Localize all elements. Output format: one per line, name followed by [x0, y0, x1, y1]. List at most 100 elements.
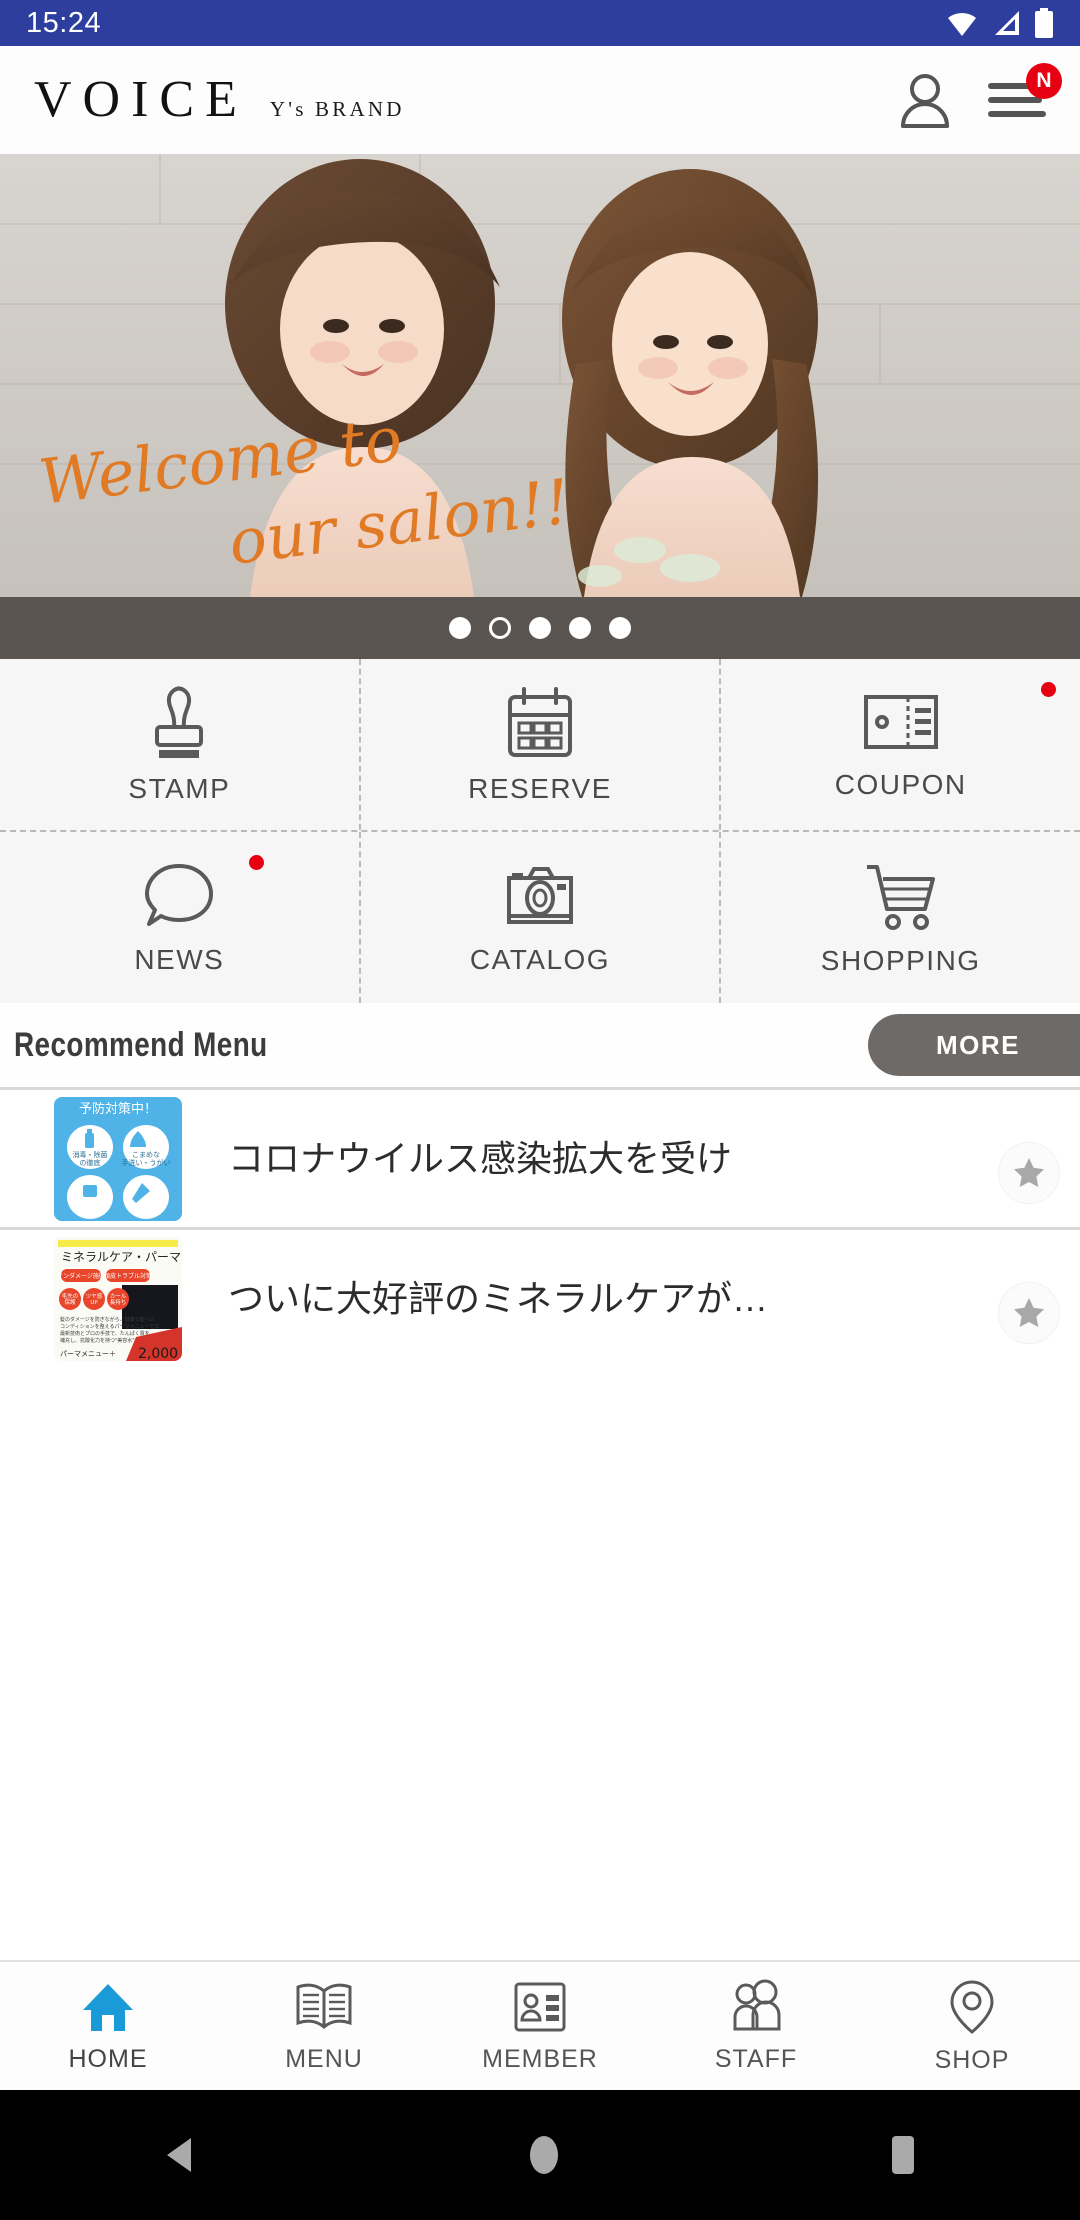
quick-action-reserve[interactable]: RESERVE — [358, 659, 720, 830]
hero-carousel[interactable]: Welcome to our salon!! — [0, 154, 1080, 597]
home-icon — [83, 1983, 133, 2031]
svg-text:髪のダメージを防ぎながら、健康な髪への: 髪のダメージを防ぎながら、健康な髪への — [60, 1316, 155, 1323]
circle-home-icon — [529, 2136, 558, 2174]
back-button[interactable] — [161, 2134, 201, 2176]
battery-icon — [1035, 8, 1053, 38]
carousel-dot-3[interactable] — [529, 617, 551, 639]
recents-button[interactable] — [887, 2132, 919, 2178]
list-item-title: ついに大好評のミネラルケアが… — [228, 1277, 769, 1319]
favorite-button[interactable] — [998, 1281, 1060, 1344]
list-item[interactable]: ミネラルケア・パーマ ノンダメージ施術 頭皮トラブル対策 毛先の 保護 ツヤ感 UP — [0, 1227, 1080, 1367]
hero-photo — [0, 154, 1080, 597]
svg-text:手洗い・うがい: 手洗い・うがい — [122, 1158, 171, 1167]
recommend-list: 予防対策中！ 消毒・除菌 の徹底 こまめな 手洗い・うがい コロナウイルス感染拡… — [0, 1087, 1080, 1960]
quick-action-shopping[interactable]: SHOPPING — [719, 832, 1080, 1003]
people-icon — [733, 1979, 781, 2030]
quick-action-stamp[interactable]: STAMP — [0, 659, 359, 830]
svg-text:2,000: 2,000 — [138, 1346, 178, 1361]
quick-action-label: NEWS — [134, 943, 225, 975]
status-bar: 15:24 — [0, 0, 1080, 46]
nav-item-home[interactable]: HOME — [0, 1979, 216, 2074]
carousel-dot-1[interactable] — [449, 617, 471, 639]
nav-label: MEMBER — [482, 2044, 598, 2073]
calendar-icon — [508, 686, 572, 757]
quick-action-row-1: STAMP RESERVE COUPON — [0, 659, 1080, 832]
id-card-icon — [514, 1982, 566, 2031]
favorite-button[interactable] — [998, 1141, 1060, 1204]
header-actions: N — [898, 63, 1062, 128]
brand-logo[interactable]: VOICE Y's BRAND — [34, 74, 405, 126]
mineral-care-perm-flyer: ミネラルケア・パーマ ノンダメージ施術頭皮トラブル対策 毛先の保護 ツヤ感UP — [54, 1236, 182, 1361]
news-notification-dot — [249, 855, 265, 870]
svg-text:毛先の: 毛先の — [62, 1292, 79, 1300]
svg-text:UP: UP — [90, 1300, 98, 1306]
svg-text:ノンダメージ施術: ノンダメージ施術 — [57, 1272, 105, 1280]
quick-action-row-2: NEWS CATALOG SHOPPING — [0, 832, 1080, 1003]
page-title: Recommend Menu — [14, 1025, 268, 1064]
quick-action-label: SHOPPING — [820, 944, 981, 976]
more-button[interactable]: MORE — [868, 1014, 1080, 1076]
quick-action-coupon[interactable]: COUPON — [719, 659, 1080, 830]
nav-label: SHOP — [934, 2045, 1010, 2074]
camera-icon — [507, 866, 573, 924]
home-button[interactable] — [524, 2132, 564, 2178]
logo-subtitle: Y's BRAND — [269, 97, 405, 121]
svg-text:保護: 保護 — [64, 1298, 76, 1306]
person-icon — [901, 74, 949, 128]
triangle-back-icon — [167, 2138, 192, 2172]
status-time: 15:24 — [26, 6, 102, 39]
svg-text:予防対策中！: 予防対策中！ — [79, 1101, 157, 1117]
nav-label: HOME — [68, 2044, 148, 2073]
svg-text:コンディションを整えるパーマメニューです。: コンディションを整えるパーマメニューです。 — [60, 1323, 164, 1330]
stamp-icon — [155, 686, 204, 758]
shopping-cart-icon — [866, 864, 935, 930]
carousel-dot-5[interactable] — [609, 617, 631, 639]
nav-item-staff[interactable]: STAFF — [648, 1979, 864, 2074]
svg-text:ミネラルケア・パーマ: ミネラルケア・パーマ — [61, 1250, 181, 1264]
menu-button[interactable]: N — [988, 63, 1062, 123]
app-screen: 15:24 VOICE Y's BRAND N Welcome to our s… — [0, 0, 1080, 2220]
quick-action-catalog[interactable]: CATALOG — [358, 832, 720, 1003]
nav-item-shop[interactable]: SHOP — [864, 1978, 1080, 2075]
account-button[interactable] — [898, 72, 952, 128]
recommend-section-header: Recommend Menu MORE — [0, 1003, 1080, 1087]
svg-text:カール: カール — [110, 1293, 127, 1300]
coupon-notification-dot — [1041, 682, 1057, 697]
quick-action-news[interactable]: NEWS — [0, 832, 359, 1003]
nav-item-member[interactable]: MEMBER — [432, 1979, 648, 2074]
nav-label: STAFF — [714, 2044, 798, 2073]
star-icon — [1014, 1297, 1044, 1327]
nav-item-menu[interactable]: MENU — [216, 1979, 432, 2074]
square-recents-icon — [891, 2136, 914, 2174]
list-item-thumbnail: 予防対策中！ 消毒・除菌 の徹底 こまめな 手洗い・うがい — [54, 1096, 182, 1221]
star-icon — [1014, 1157, 1044, 1187]
svg-text:最新技術とプロの手技で、たんぱく質を: 最新技術とプロの手技で、たんぱく質を — [60, 1330, 150, 1337]
quick-action-label: CATALOG — [469, 943, 611, 975]
wifi-icon — [948, 12, 976, 36]
speech-bubble-icon — [145, 863, 214, 926]
svg-text:消毒・除菌: 消毒・除菌 — [73, 1150, 108, 1159]
map-pin-icon — [950, 1979, 994, 2034]
app-header: VOICE Y's BRAND N — [0, 46, 1080, 154]
bottom-navigation: HOME MENU MEMBER STAFF SHOP — [0, 1960, 1080, 2090]
list-item-title: コロナウイルス感染拡大を受け — [228, 1137, 733, 1179]
carousel-dots[interactable] — [0, 597, 1080, 659]
carousel-dot-2[interactable] — [489, 617, 511, 639]
signal-icon — [995, 11, 1019, 35]
nav-label: MENU — [285, 2044, 363, 2073]
quick-action-label: RESERVE — [468, 772, 612, 804]
book-icon — [296, 1983, 352, 2029]
android-navigation-bar — [0, 2090, 1080, 2220]
svg-text:ツヤ感: ツヤ感 — [86, 1292, 103, 1300]
quick-action-grid: STAMP RESERVE COUPON NEWS CATALOG SHOPPI… — [0, 659, 1080, 1003]
list-item-thumbnail: ミネラルケア・パーマ ノンダメージ施術 頭皮トラブル対策 毛先の 保護 ツヤ感 UP — [54, 1236, 182, 1361]
menu-notification-badge: N — [1026, 63, 1062, 99]
logo-title: VOICE — [34, 71, 248, 128]
svg-text:頭皮トラブル対策: 頭皮トラブル対策 — [104, 1272, 152, 1280]
status-icon-group — [946, 8, 1054, 38]
carousel-dot-4[interactable] — [569, 617, 591, 639]
svg-text:長持ち: 長持ち — [110, 1298, 127, 1306]
svg-text:こまめな: こまめな — [132, 1151, 160, 1159]
list-item[interactable]: 予防対策中！ 消毒・除菌 の徹底 こまめな 手洗い・うがい コロナウイルス感染拡… — [0, 1087, 1080, 1227]
svg-text:の徹底: の徹底 — [80, 1158, 101, 1167]
